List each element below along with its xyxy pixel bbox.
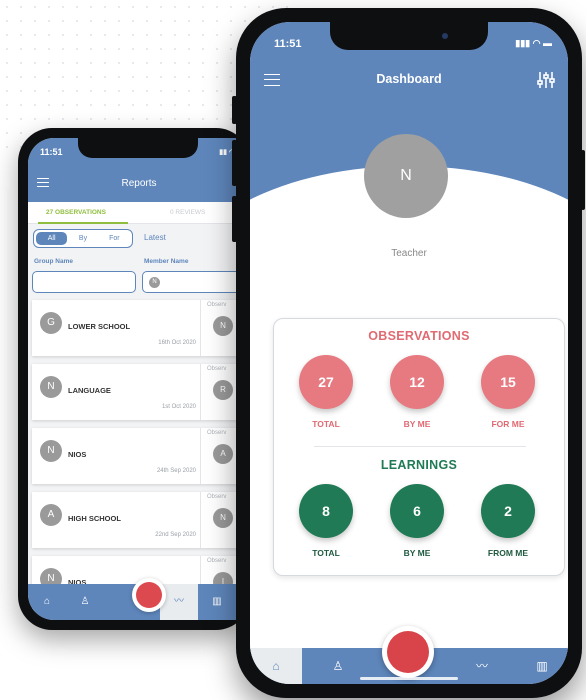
list-item[interactable]: N NIOS 24th Sep 2020 Observ A bbox=[32, 428, 240, 484]
learnings-total-label: TOTAL bbox=[312, 548, 340, 558]
row-date: 1st Oct 2020 bbox=[161, 404, 196, 410]
observations-by-me-label: BY ME bbox=[403, 419, 431, 429]
observer-avatar: A bbox=[213, 444, 233, 464]
observer-label: Observ bbox=[207, 558, 227, 564]
page-title: Reports bbox=[121, 178, 157, 189]
row-date: 16th Oct 2020 bbox=[158, 340, 196, 346]
marketing-stage: 11:51 ▮▮ ◠ ▬ Reports 27 OBSERVATIONS 0 R… bbox=[0, 0, 586, 700]
page-title: Dashboard bbox=[376, 72, 442, 86]
avatar: A bbox=[40, 504, 62, 526]
filter-all[interactable]: All bbox=[36, 232, 68, 245]
member-name-input[interactable]: N bbox=[142, 271, 250, 293]
tab-observations[interactable]: 27 OBSERVATIONS bbox=[46, 209, 106, 216]
home-icon[interactable]: ⌂ bbox=[250, 648, 302, 684]
list-item[interactable]: A HIGH SCHOOL 22nd Sep 2020 Observ N bbox=[32, 492, 240, 548]
observations-total-label: TOTAL bbox=[312, 419, 340, 429]
observations-for-me-circle[interactable]: 15 bbox=[481, 355, 535, 409]
phone-side-button bbox=[232, 96, 237, 124]
front-phone: 11:51 ▮▮▮ ◠ ▬ Dashboard N Teacher OBSERV… bbox=[236, 8, 582, 698]
observations-total-circle[interactable]: 27 bbox=[299, 355, 353, 409]
group-name: HIGH SCHOOL bbox=[68, 514, 121, 523]
phone-notch bbox=[330, 22, 488, 50]
filter-for[interactable]: For bbox=[99, 232, 130, 245]
tab-active-underline bbox=[38, 222, 128, 224]
phone-side-button bbox=[232, 196, 237, 242]
home-icon[interactable]: ⌂ bbox=[28, 584, 66, 620]
reports-header: 11:51 ▮▮ ◠ ▬ Reports bbox=[28, 138, 250, 202]
reports-tabs: 27 OBSERVATIONS 0 REVIEWS bbox=[28, 202, 250, 224]
observer-avatar: N bbox=[213, 316, 233, 336]
chart-icon[interactable]: 〰 bbox=[160, 584, 198, 620]
observer-avatar: R bbox=[213, 380, 233, 400]
home-indicator bbox=[360, 677, 458, 680]
learnings-from-me-circle[interactable]: 2 bbox=[481, 484, 535, 538]
group-name: LOWER SCHOOL bbox=[68, 322, 131, 331]
row-date: 24th Sep 2020 bbox=[156, 468, 196, 474]
row-date: 22nd Sep 2020 bbox=[155, 532, 196, 538]
observer-column: Observ R bbox=[200, 364, 240, 420]
learnings-total-circle[interactable]: 8 bbox=[299, 484, 353, 538]
list-item[interactable]: G LOWER SCHOOL 16th Oct 2020 Observ N bbox=[32, 300, 240, 356]
back-phone: 11:51 ▮▮ ◠ ▬ Reports 27 OBSERVATIONS 0 R… bbox=[18, 128, 250, 630]
group-name-label: Group Name bbox=[34, 258, 74, 265]
chart-icon[interactable]: 〰 bbox=[456, 648, 508, 684]
dashboard-screen: 11:51 ▮▮▮ ◠ ▬ Dashboard N Teacher OBSERV… bbox=[250, 22, 568, 684]
phone-notch bbox=[78, 138, 198, 158]
avatar: N bbox=[40, 376, 62, 398]
observer-column: Observ N bbox=[200, 300, 240, 356]
latest-sort[interactable]: Latest bbox=[144, 233, 166, 242]
learnings-by-me-label: BY ME bbox=[403, 548, 431, 558]
record-button[interactable] bbox=[382, 626, 434, 678]
avatar: G bbox=[40, 312, 62, 334]
filter-segmented-control: All By For bbox=[33, 229, 133, 248]
book-icon[interactable]: ▥ bbox=[516, 648, 568, 684]
observer-label: Observ bbox=[207, 430, 227, 436]
user-role: Teacher bbox=[391, 248, 427, 259]
observer-label: Observ bbox=[207, 366, 227, 372]
record-button[interactable] bbox=[132, 578, 166, 612]
observations-by-me-circle[interactable]: 12 bbox=[390, 355, 444, 409]
status-time: 11:51 bbox=[40, 147, 63, 157]
status-signal-icon: ▮▮▮ ◠ ▬ bbox=[515, 38, 552, 48]
observations-title: OBSERVATIONS bbox=[368, 329, 470, 343]
learnings-by-me-circle[interactable]: 6 bbox=[390, 484, 444, 538]
observer-label: Observ bbox=[207, 302, 227, 308]
group-name: NIOS bbox=[68, 450, 87, 459]
learnings-title: LEARNINGS bbox=[380, 458, 458, 472]
phone-side-button bbox=[232, 140, 237, 186]
filter-by[interactable]: By bbox=[67, 232, 98, 245]
section-divider bbox=[314, 446, 526, 447]
reports-screen: 11:51 ▮▮ ◠ ▬ Reports 27 OBSERVATIONS 0 R… bbox=[28, 138, 250, 620]
book-icon[interactable]: ▥ bbox=[198, 584, 236, 620]
observer-column: Observ N bbox=[200, 492, 240, 548]
status-time: 11:51 bbox=[274, 38, 302, 50]
observations-for-me-label: FOR ME bbox=[491, 419, 525, 429]
person-icon[interactable]: ♙ bbox=[66, 584, 104, 620]
learnings-from-me-label: FROM ME bbox=[487, 548, 529, 558]
member-avatar: N bbox=[149, 277, 160, 288]
observer-column: Observ A bbox=[200, 428, 240, 484]
member-name-label: Member Name bbox=[144, 258, 189, 265]
camera-icon bbox=[442, 33, 448, 39]
group-name-input[interactable] bbox=[32, 271, 136, 293]
person-icon[interactable]: ♙ bbox=[312, 648, 364, 684]
observer-label: Observ bbox=[207, 494, 227, 500]
tab-reviews[interactable]: 0 REVIEWS bbox=[170, 209, 205, 216]
avatar: N bbox=[40, 440, 62, 462]
avatar[interactable]: N bbox=[364, 134, 448, 218]
list-item[interactable]: N LANGUAGE 1st Oct 2020 Observ R bbox=[32, 364, 240, 420]
phone-side-button bbox=[581, 150, 585, 210]
group-name: LANGUAGE bbox=[68, 386, 111, 395]
observer-avatar: N bbox=[213, 508, 233, 528]
filter-sliders-icon[interactable] bbox=[536, 70, 556, 90]
stats-card: OBSERVATIONS 27 TOTAL 12 BY ME 15 FOR ME… bbox=[273, 318, 565, 576]
